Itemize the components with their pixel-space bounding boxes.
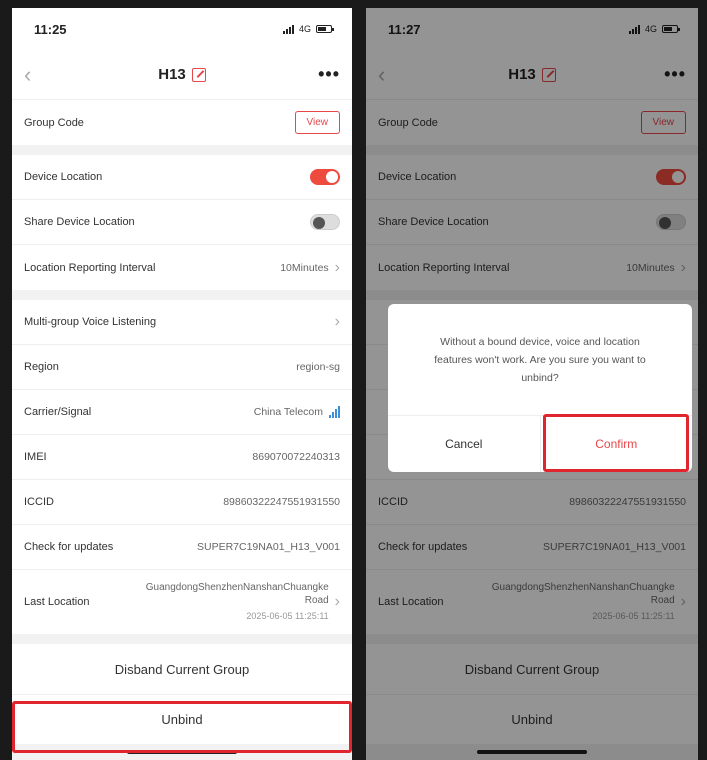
- right-phone-screen: 11:27 4G ‹ H13 ••• Group Code View Devic…: [366, 8, 698, 760]
- region-row: Region region-sg: [12, 345, 352, 390]
- reporting-interval-row[interactable]: Location Reporting Interval 10Minutes ›: [12, 245, 352, 290]
- more-icon[interactable]: •••: [312, 64, 340, 85]
- carrier-value-wrap: China Telecom: [254, 406, 340, 418]
- imei-value: 869070072240313: [252, 451, 340, 463]
- carrier-value: China Telecom: [253, 406, 323, 418]
- device-location-label: Device Location: [24, 171, 103, 183]
- nav-bar: ‹ H13 •••: [12, 50, 352, 100]
- group-code-label: Group Code: [24, 116, 84, 129]
- chevron-right-icon: ›: [334, 313, 340, 330]
- share-location-label: Share Device Location: [24, 216, 135, 228]
- voice-listening-label: Multi-group Voice Listening: [24, 316, 157, 328]
- left-phone-screen: 11:25 4G ‹ H13 ••• Group Code View Devic…: [12, 8, 352, 760]
- group-code-section: Group Code View: [12, 100, 352, 145]
- dialog-actions: Cancel Confirm: [388, 416, 692, 472]
- dialog-message: Without a bound device, voice and locati…: [388, 304, 692, 416]
- share-location-row: Share Device Location: [12, 200, 352, 245]
- page-title: H13: [158, 66, 186, 83]
- disband-group-button[interactable]: Disband Current Group: [12, 644, 352, 694]
- signal-strength-icon: [329, 406, 340, 418]
- iccid-label: ICCID: [24, 496, 54, 508]
- updates-label: Check for updates: [24, 541, 114, 553]
- updates-row[interactable]: Check for updates SUPER7C19NA01_H13_V001: [12, 525, 352, 570]
- updates-value: SUPER7C19NA01_H13_V001: [196, 541, 340, 553]
- device-info-section: Multi-group Voice Listening › Region reg…: [12, 300, 352, 634]
- reporting-interval-value-wrap: 10Minutes ›: [280, 259, 340, 277]
- unbind-button[interactable]: Unbind: [12, 694, 352, 744]
- iccid-value: 89860322247551931550: [223, 496, 340, 508]
- status-time: 11:25: [34, 21, 67, 37]
- voice-listening-row[interactable]: Multi-group Voice Listening ›: [12, 300, 352, 345]
- unbind-confirm-dialog: Without a bound device, voice and locati…: [388, 304, 692, 472]
- back-icon[interactable]: ‹: [24, 62, 52, 88]
- cancel-button[interactable]: Cancel: [388, 416, 541, 472]
- battery-icon: [316, 25, 334, 33]
- iccid-row: ICCID 89860322247551931550: [12, 480, 352, 525]
- location-settings-section: Device Location Share Device Location Lo…: [12, 155, 352, 290]
- cell-signal-icon: [282, 24, 294, 34]
- reporting-interval-value: 10Minutes: [280, 261, 329, 274]
- nav-title-wrap: H13: [158, 66, 206, 83]
- region-label: Region: [24, 361, 59, 373]
- last-location-block: GuangdongShenzhenNanshanChuangke Road 20…: [129, 581, 329, 623]
- group-code-row: Group Code View: [12, 100, 352, 145]
- last-location-value: GuangdongShenzhenNanshanChuangke Road: [145, 582, 329, 606]
- imei-label: IMEI: [24, 451, 47, 463]
- last-location-row[interactable]: Last Location GuangdongShenzhenNanshanCh…: [12, 570, 352, 634]
- reporting-interval-label: Location Reporting Interval: [24, 261, 156, 274]
- last-location-value-wrap: GuangdongShenzhenNanshanChuangke Road 20…: [129, 581, 340, 623]
- edit-icon[interactable]: [191, 67, 206, 82]
- chevron-right-icon: ›: [334, 258, 340, 276]
- carrier-label: Carrier/Signal: [24, 406, 92, 418]
- status-icons: 4G: [282, 24, 334, 34]
- imei-row: IMEI 869070072240313: [12, 435, 352, 480]
- home-indicator: [127, 750, 237, 754]
- device-location-toggle[interactable]: [310, 169, 340, 185]
- chevron-right-icon: ›: [334, 593, 340, 610]
- carrier-row: Carrier/Signal China Telecom: [12, 390, 352, 435]
- device-location-row: Device Location: [12, 155, 352, 200]
- last-location-label: Last Location: [24, 596, 90, 608]
- confirm-button[interactable]: Confirm: [541, 416, 693, 472]
- view-group-code-button[interactable]: View: [294, 111, 340, 134]
- network-type: 4G: [298, 24, 311, 34]
- region-value: region-sg: [296, 361, 340, 373]
- status-bar: 11:25 4G: [12, 8, 352, 50]
- share-location-toggle[interactable]: [310, 214, 340, 230]
- last-location-time: 2025-06-05 11:25:11: [246, 611, 329, 621]
